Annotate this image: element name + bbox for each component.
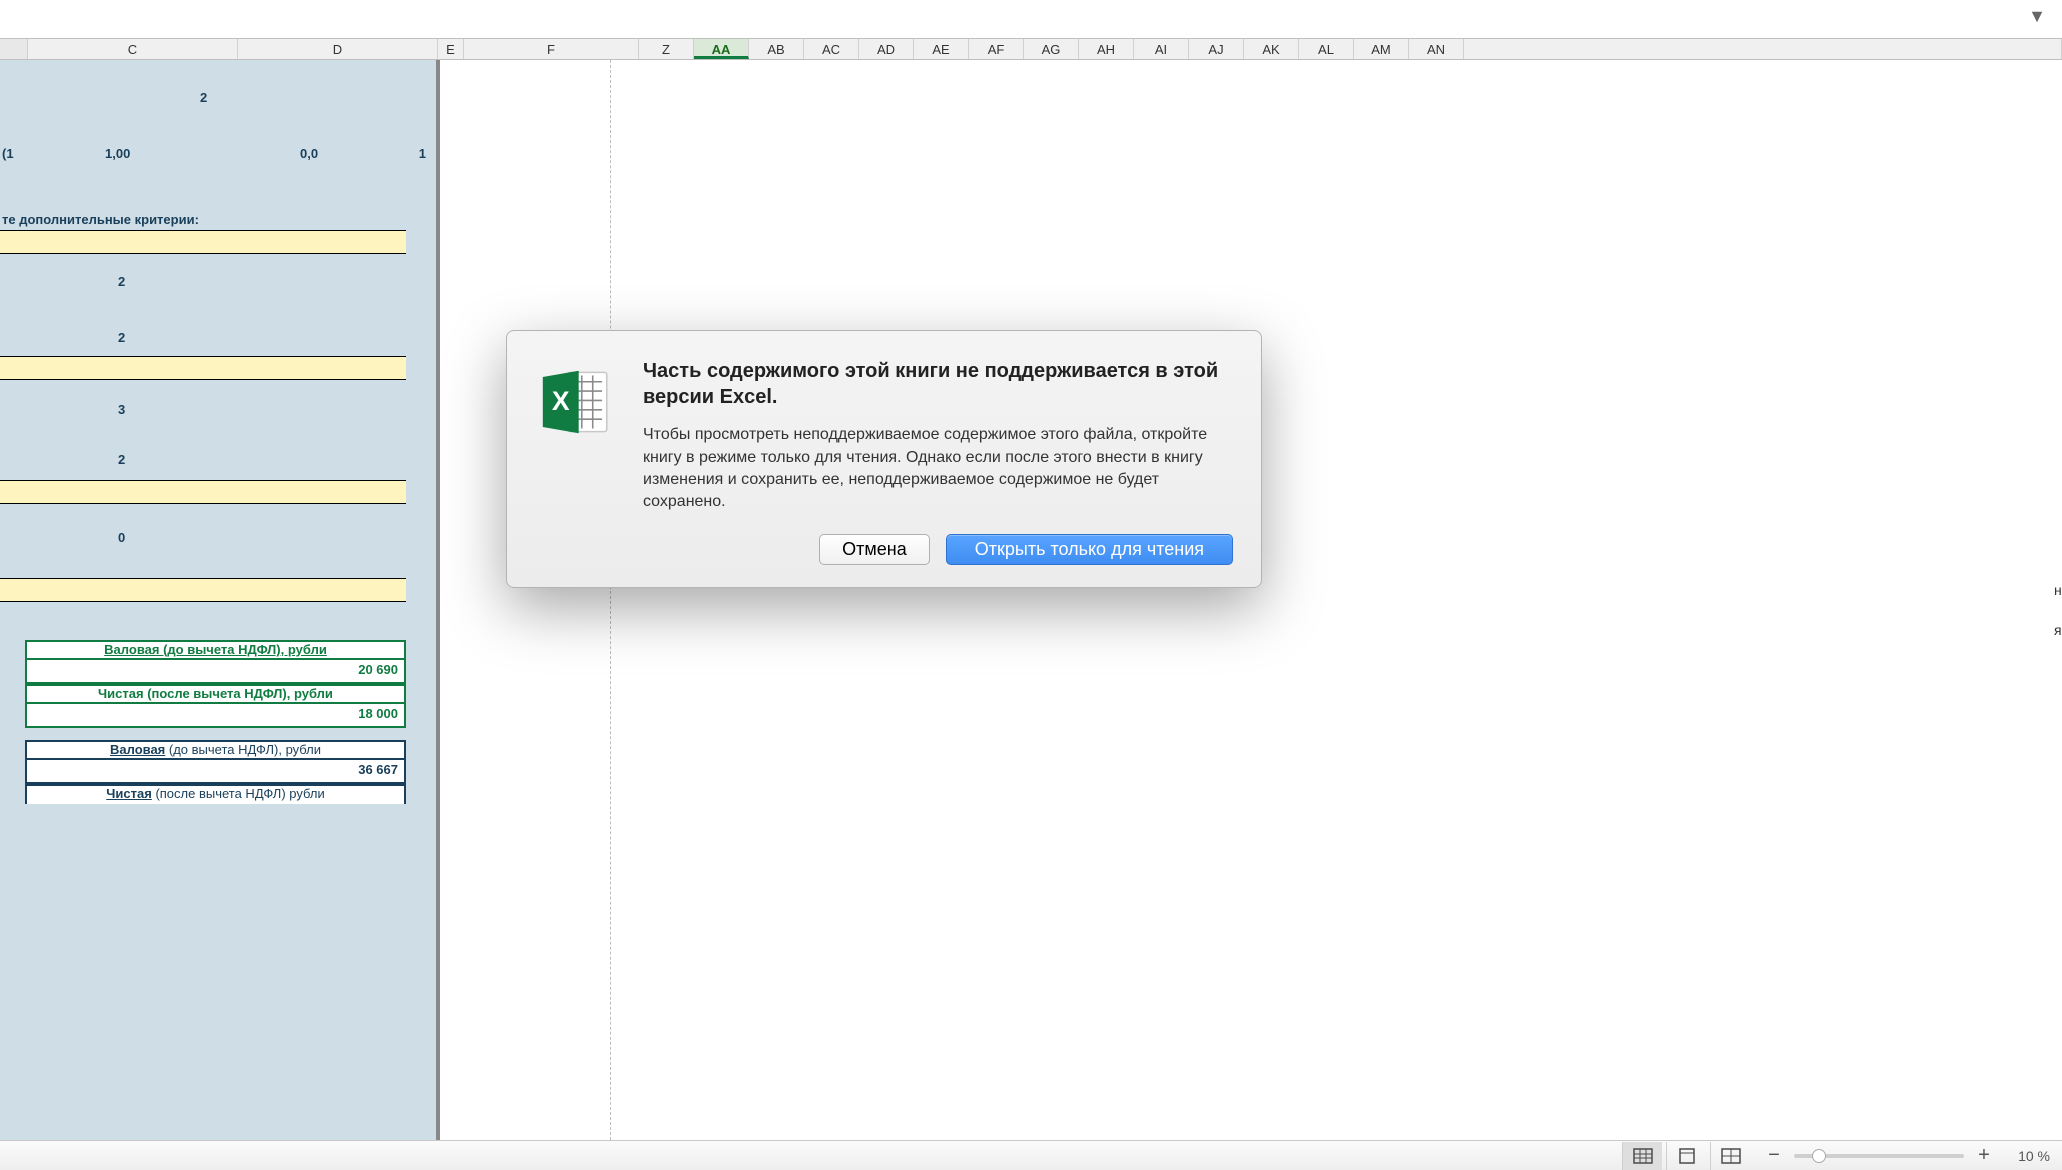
green-net-value[interactable]: 18 000 (25, 704, 406, 728)
additional-criteria-label: те дополнительные критерии: (2, 212, 199, 227)
column-header-af[interactable]: AF (969, 39, 1024, 59)
column-header-an[interactable]: AN (1409, 39, 1464, 59)
column-header-al[interactable]: AL (1299, 39, 1354, 59)
zoom-slider-thumb[interactable] (1812, 1149, 1826, 1163)
column-header-lead[interactable] (0, 39, 28, 59)
blue-gross-label[interactable]: Валовая (до вычета НДФЛ), рубли (25, 740, 406, 760)
cell-d-1[interactable]: 0,0 (300, 146, 318, 161)
blue-net-label[interactable]: Чистая (после вычета НДФЛ) рубли (25, 784, 406, 804)
column-header-aj[interactable]: AJ (1189, 39, 1244, 59)
column-header-ai[interactable]: AI (1134, 39, 1189, 59)
column-header-ad[interactable]: AD (859, 39, 914, 59)
column-header-e[interactable]: E (438, 39, 464, 59)
column-header-c[interactable]: C (28, 39, 238, 59)
right-cutoff-text: н я (2054, 120, 2062, 1110)
left-pane[interactable]: 2 (1 1,00 0,0 1 те дополнительные критер… (0, 60, 440, 1140)
cell-c-3[interactable]: 2 (118, 330, 125, 345)
yellow-row-2[interactable] (0, 356, 406, 380)
blue-gross-rest: (до вычета НДФЛ), рубли (165, 742, 321, 757)
column-header-f[interactable]: F (464, 39, 639, 59)
ribbon-collapse-icon[interactable]: ▼ (2028, 6, 2046, 27)
cell-c-2[interactable]: 2 (118, 274, 125, 289)
green-gross-value[interactable]: 20 690 (25, 660, 406, 684)
column-header-ac[interactable]: AC (804, 39, 859, 59)
column-header-row: CDEFZAAABACADAEAFAGAHAIAJAKALAMAN (0, 38, 2062, 60)
cell-a-prefix[interactable]: (1 (2, 146, 14, 161)
green-gross-label[interactable]: Валовая (до вычета НДФЛ), рубли (25, 640, 406, 660)
column-header-ah[interactable]: AH (1079, 39, 1134, 59)
yellow-row-4[interactable] (0, 578, 406, 602)
blue-gross-value[interactable]: 36 667 (25, 760, 406, 784)
zoom-in-button[interactable]: + (1974, 1144, 1994, 1167)
column-header-ae[interactable]: AE (914, 39, 969, 59)
zoom-slider[interactable] (1794, 1154, 1964, 1158)
open-readonly-button[interactable]: Открыть только для чтения (946, 534, 1233, 565)
column-header-ag[interactable]: AG (1024, 39, 1079, 59)
cell-c-top[interactable]: 2 (200, 90, 207, 105)
dialog-body: Чтобы просмотреть неподдерживаемое содер… (643, 424, 1233, 514)
status-bar: − + 10 % (0, 1140, 2062, 1170)
blue-net-prefix: Чистая (106, 786, 152, 801)
yellow-row-1[interactable] (0, 230, 406, 254)
zoom-out-button[interactable]: − (1764, 1144, 1784, 1167)
column-header-ak[interactable]: AK (1244, 39, 1299, 59)
zoom-percent-label[interactable]: 10 % (2004, 1148, 2050, 1164)
page-break-indicator (610, 60, 611, 1140)
blue-gross-prefix: Валовая (110, 742, 165, 757)
column-header-ab[interactable]: AB (749, 39, 804, 59)
yellow-row-3[interactable] (0, 480, 406, 504)
column-header-am[interactable]: AM (1354, 39, 1409, 59)
worksheet-area[interactable]: 2 (1 1,00 0,0 1 те дополнительные критер… (0, 60, 2062, 1140)
column-header-z[interactable]: Z (639, 39, 694, 59)
cell-c-4[interactable]: 3 (118, 402, 125, 417)
page-break-view-button[interactable] (1710, 1142, 1750, 1170)
cancel-button[interactable]: Отмена (819, 534, 930, 565)
column-header-fill (1464, 39, 2062, 59)
column-header-aa[interactable]: AA (694, 39, 749, 59)
green-net-label[interactable]: Чистая (после вычета НДФЛ), рубли (25, 684, 406, 704)
normal-view-button[interactable] (1622, 1142, 1662, 1170)
svg-text:X: X (552, 386, 570, 416)
dialog-title: Часть содержимого этой книги не поддержи… (643, 359, 1233, 410)
page-layout-view-button[interactable] (1666, 1142, 1706, 1170)
cell-c-1[interactable]: 1,00 (105, 146, 130, 161)
cell-c-6[interactable]: 0 (118, 530, 125, 545)
cell-c-5[interactable]: 2 (118, 452, 125, 467)
excel-icon: X (535, 359, 621, 565)
compatibility-dialog: X Часть содержимого этой книги не поддер… (506, 330, 1262, 588)
blue-net-rest: (после вычета НДФЛ) рубли (152, 786, 325, 801)
cell-e-1[interactable]: 1 (419, 146, 426, 161)
column-header-d[interactable]: D (238, 39, 438, 59)
